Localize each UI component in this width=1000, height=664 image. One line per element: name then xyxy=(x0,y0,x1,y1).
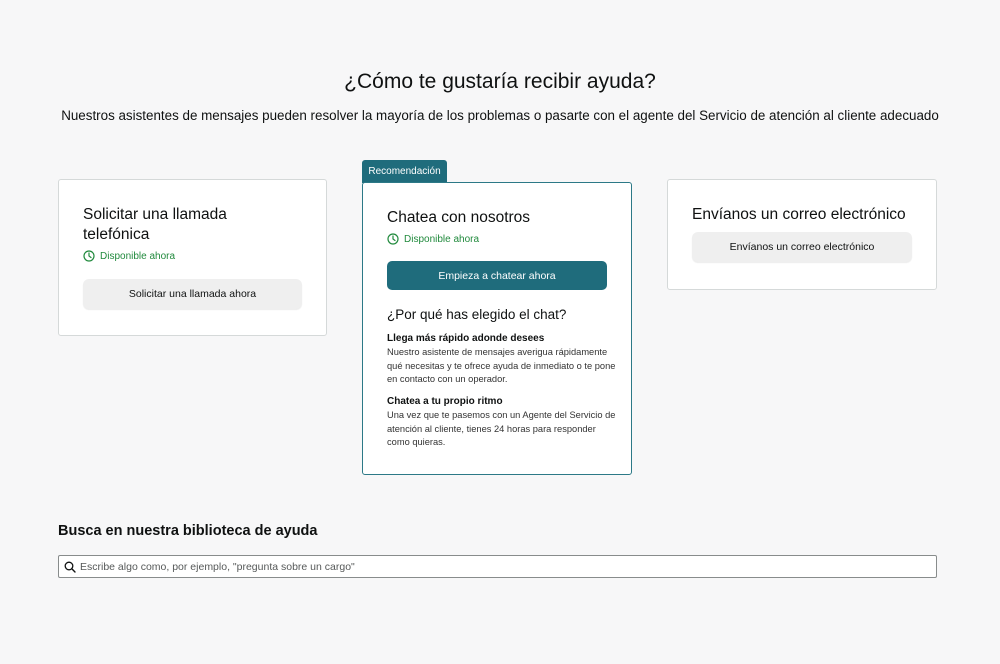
recommendation-badge: Recomendación xyxy=(362,160,447,183)
email-card-title: Envíanos un correo electrónico xyxy=(692,206,906,223)
chat-availability-label: Disponible ahora xyxy=(404,233,480,245)
email-card: Envíanos un correo electrónico Envíanos … xyxy=(667,179,937,290)
clock-icon xyxy=(387,233,399,245)
search-icon xyxy=(64,561,76,573)
start-chat-button[interactable]: Empieza a chatear ahora xyxy=(387,261,607,290)
page-subtitle: Nuestros asistentes de mensajes pueden r… xyxy=(61,108,939,123)
chat-card: Chatea con nosotros Disponible ahora Emp… xyxy=(362,182,632,475)
reason-title: Chatea a tu propio ritmo xyxy=(387,396,503,407)
reason-title: Llega más rápido adonde desees xyxy=(387,333,545,344)
send-email-button[interactable]: Envíanos un correo electrónico xyxy=(692,232,912,262)
phone-availability: Disponible ahora xyxy=(83,250,175,262)
search-section-title: Busca en nuestra biblioteca de ayuda xyxy=(58,523,318,539)
chat-availability: Disponible ahora xyxy=(387,233,479,245)
reason-text: Nuestro asistente de mensajes averigua r… xyxy=(387,347,616,384)
search-input[interactable] xyxy=(80,556,936,577)
reason-text: Una vez que te pasemos con un Agente del… xyxy=(387,410,616,447)
phone-call-card: Solicitar una llamada telefónica Disponi… xyxy=(58,179,327,336)
request-call-button[interactable]: Solicitar una llamada ahora xyxy=(83,279,302,309)
clock-icon xyxy=(83,250,95,262)
why-chat-title: ¿Por qué has elegido el chat? xyxy=(387,307,567,322)
phone-availability-label: Disponible ahora xyxy=(100,250,176,262)
phone-card-title: Solicitar una llamada telefónica xyxy=(83,206,227,243)
search-box[interactable] xyxy=(58,555,937,578)
chat-card-title: Chatea con nosotros xyxy=(387,209,531,226)
page-title: ¿Cómo te gustaría recibir ayuda? xyxy=(344,70,656,93)
